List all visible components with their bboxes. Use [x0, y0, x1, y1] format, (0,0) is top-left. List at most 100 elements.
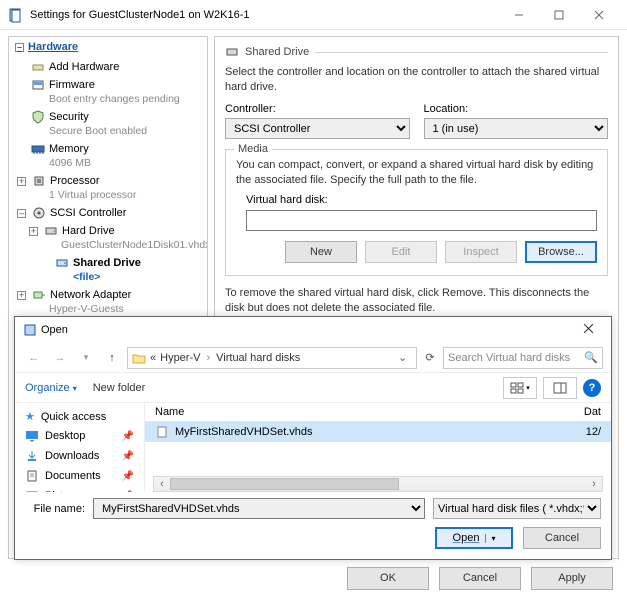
hard-drive-icon: [44, 224, 58, 238]
expand-icon[interactable]: +: [17, 177, 26, 186]
nav-quick-access[interactable]: ★Quick access: [15, 407, 144, 426]
browse-button[interactable]: Browse...: [525, 241, 597, 263]
location-select[interactable]: 1 (in use): [424, 118, 609, 139]
preview-pane-button[interactable]: [543, 377, 577, 399]
remove-description: To remove the shared virtual hard disk, …: [225, 286, 608, 316]
tree-security[interactable]: Security Secure Boot enabled: [9, 108, 207, 140]
path-segment[interactable]: Hyper-V: [160, 352, 200, 364]
window-title: Settings for GuestClusterNode1 on W2K16-…: [30, 9, 250, 21]
nav-desktop[interactable]: Desktop📌: [15, 426, 144, 446]
pin-icon: 📌: [122, 431, 134, 442]
tree-processor[interactable]: + Processor 1 Virtual processor: [9, 172, 207, 204]
apply-button[interactable]: Apply: [531, 567, 613, 590]
file-cancel-button[interactable]: Cancel: [523, 527, 601, 549]
tree-add-hardware[interactable]: Add Hardware: [9, 58, 207, 76]
search-placeholder: Search Virtual hard disks: [448, 352, 570, 364]
column-headers[interactable]: Name Dat: [145, 403, 611, 422]
file-type-select[interactable]: Virtual hard disk files ( *.vhdx;*: [433, 498, 601, 519]
shared-drive-icon: [225, 45, 239, 59]
tree-scsi-controller[interactable]: – SCSI Controller: [9, 204, 207, 222]
controller-select[interactable]: SCSI Controller: [225, 118, 410, 139]
scrollbar-thumb[interactable]: [170, 478, 399, 490]
path-dropdown-icon[interactable]: ⌄: [398, 351, 412, 364]
cancel-button[interactable]: Cancel: [439, 567, 521, 590]
file-icon: [155, 425, 169, 439]
vhd-path-input[interactable]: [246, 210, 597, 231]
inspect-button: Inspect: [445, 241, 517, 263]
firmware-icon: [31, 78, 45, 92]
downloads-icon: [25, 449, 39, 463]
horizontal-scrollbar[interactable]: ‹ ›: [153, 476, 603, 492]
processor-icon: [32, 174, 46, 188]
location-label: Location:: [424, 103, 609, 115]
navigation-pane[interactable]: ★Quick access Desktop📌 Downloads📌 Docume…: [15, 403, 145, 492]
nav-back-button[interactable]: ←: [23, 347, 45, 369]
controller-label: Controller:: [225, 103, 410, 115]
vhd-label: Virtual hard disk:: [246, 194, 597, 206]
settings-window-icon: [8, 7, 24, 23]
column-date[interactable]: Dat: [561, 406, 601, 418]
new-folder-button[interactable]: New folder: [93, 382, 146, 394]
column-name[interactable]: Name: [155, 406, 561, 418]
open-split-icon[interactable]: ▾: [485, 534, 495, 543]
tree-firmware[interactable]: Firmware Boot entry changes pending: [9, 76, 207, 108]
tree-shared-drive[interactable]: Shared Drive <file>: [9, 254, 207, 286]
address-bar[interactable]: « Hyper-V › Virtual hard disks ⌄: [127, 347, 417, 369]
media-legend: Media: [234, 143, 272, 155]
open-dialog-title: Open: [37, 324, 573, 336]
scroll-right-icon[interactable]: ›: [586, 478, 602, 490]
tree-hard-drive[interactable]: + Hard Drive GuestClusterNode1Disk01.vhd…: [9, 222, 207, 254]
collapse-icon[interactable]: –: [17, 209, 26, 218]
chevron-right-icon[interactable]: ›: [204, 352, 212, 364]
nav-documents[interactable]: Documents📌: [15, 466, 144, 486]
expand-icon[interactable]: +: [29, 227, 38, 236]
add-hardware-icon: [31, 60, 45, 74]
open-button[interactable]: Open▾: [435, 527, 513, 549]
file-list[interactable]: Name Dat MyFirstSharedVHDSet.vhds 12/ ‹ …: [145, 403, 611, 492]
dialog-close-button[interactable]: [573, 323, 603, 337]
ok-button[interactable]: OK: [347, 567, 429, 590]
nav-up-button[interactable]: ↑: [101, 347, 123, 369]
file-name-input[interactable]: MyFirstSharedVHDSet.vhds: [93, 498, 425, 519]
view-mode-button[interactable]: ▾: [503, 377, 537, 399]
file-name-label: File name:: [25, 503, 85, 515]
nav-downloads[interactable]: Downloads📌: [15, 446, 144, 466]
scroll-left-icon[interactable]: ‹: [154, 478, 170, 490]
shared-drive-icon: [55, 256, 69, 270]
refresh-button[interactable]: ⟳: [421, 351, 439, 364]
search-input[interactable]: Search Virtual hard disks 🔍: [443, 347, 603, 369]
network-adapter-icon: [32, 288, 46, 302]
collapse-icon[interactable]: –: [15, 43, 24, 52]
help-button[interactable]: ?: [583, 379, 601, 397]
memory-icon: [31, 142, 45, 156]
close-button[interactable]: [579, 3, 619, 27]
title-bar: Settings for GuestClusterNode1 on W2K16-…: [0, 0, 627, 30]
file-name: MyFirstSharedVHDSet.vhds: [175, 426, 313, 438]
desktop-icon: [25, 429, 39, 443]
open-file-dialog: Open ← → ▾ ↑ « Hyper-V › Virtual hard di…: [14, 316, 612, 560]
file-date: 12/: [561, 426, 601, 438]
security-icon: [31, 110, 45, 124]
tree-memory[interactable]: Memory 4096 MB: [9, 140, 207, 172]
hardware-section-header[interactable]: – Hardware: [9, 37, 207, 58]
panel-description: Select the controller and location on th…: [225, 65, 608, 95]
search-icon: 🔍: [584, 351, 598, 364]
folder-icon: [132, 351, 146, 365]
dialog-button-bar: OK Cancel Apply: [0, 559, 627, 597]
pin-icon: 📌: [122, 451, 134, 462]
media-description: You can compact, convert, or expand a sh…: [236, 158, 597, 188]
maximize-button[interactable]: [539, 3, 579, 27]
panel-heading: Shared Drive: [245, 46, 309, 58]
file-row[interactable]: MyFirstSharedVHDSet.vhds 12/: [145, 422, 611, 442]
nav-recent-button[interactable]: ▾: [75, 347, 97, 369]
documents-icon: [25, 469, 39, 483]
new-button[interactable]: New: [285, 241, 357, 263]
expand-icon[interactable]: +: [17, 291, 26, 300]
organize-menu[interactable]: Organize ▾: [25, 382, 77, 394]
chevron-down-icon: ▾: [73, 384, 77, 393]
pin-icon: 📌: [122, 471, 134, 482]
nav-forward-button: →: [49, 347, 71, 369]
minimize-button[interactable]: [499, 3, 539, 27]
tree-network-adapter[interactable]: + Network Adapter Hyper-V-Guests: [9, 286, 207, 318]
path-segment[interactable]: Virtual hard disks: [216, 352, 300, 364]
